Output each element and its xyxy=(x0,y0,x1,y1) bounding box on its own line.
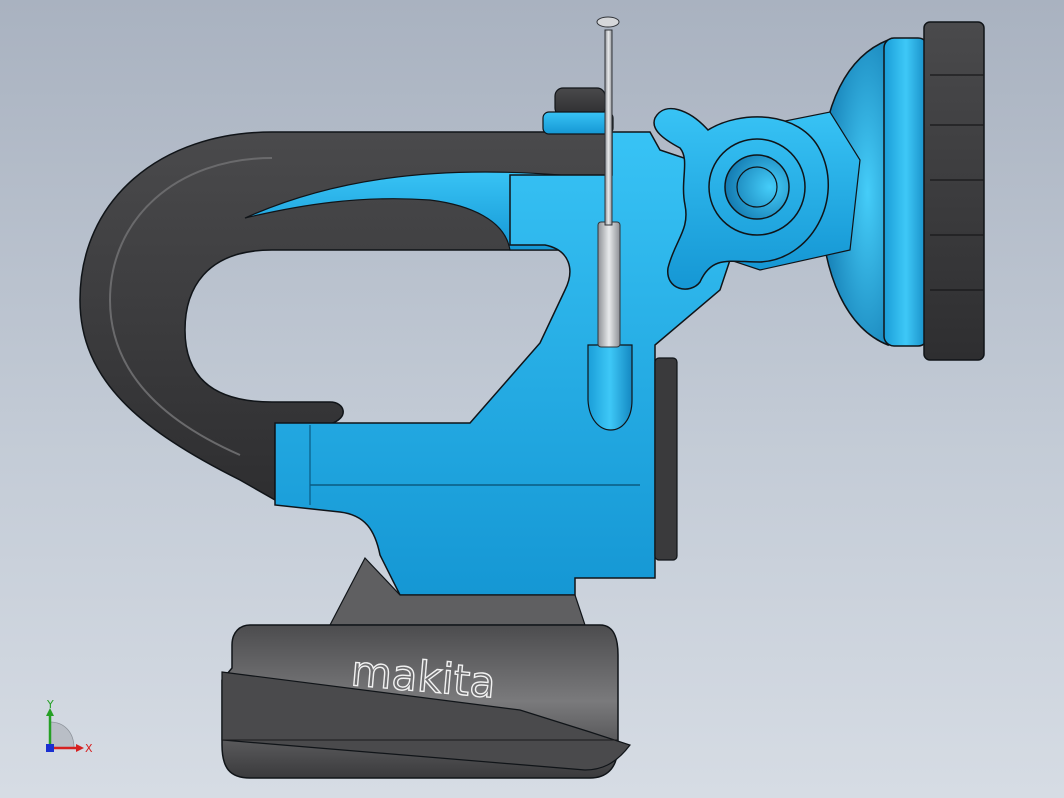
triad-x-label: X xyxy=(85,742,93,755)
top-button-base xyxy=(542,111,614,135)
antenna-base xyxy=(597,221,621,348)
orientation-triad: Y X xyxy=(46,700,93,755)
antenna-tip xyxy=(596,16,620,28)
antenna-holder xyxy=(587,344,633,431)
pivot-knob-hub xyxy=(724,154,790,220)
flashlight-radio-3d-model[interactable]: makita xyxy=(0,0,1064,798)
lamp-head-ring xyxy=(883,37,929,347)
rear-panel xyxy=(654,357,678,561)
cad-viewport[interactable]: makita Y X xyxy=(0,0,1064,798)
lamp-bezel[interactable] xyxy=(923,21,985,361)
triad-y-label: Y xyxy=(46,700,54,711)
antenna-rod[interactable] xyxy=(604,29,613,226)
triad-z-axis xyxy=(46,744,54,752)
